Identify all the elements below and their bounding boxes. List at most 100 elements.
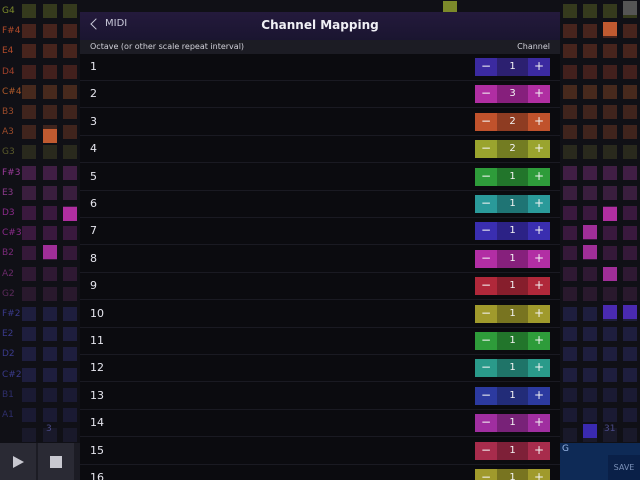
grid-cell[interactable] — [583, 165, 597, 180]
grid-cell[interactable] — [22, 84, 36, 99]
grid-cell[interactable] — [63, 327, 77, 342]
decrement-button[interactable]: − — [475, 85, 497, 104]
grid-cell-active[interactable] — [583, 245, 597, 259]
decrement-button[interactable]: − — [475, 249, 497, 268]
grid-cell[interactable] — [63, 145, 77, 160]
decrement-button[interactable]: − — [475, 58, 497, 76]
grid-cell[interactable] — [623, 185, 637, 200]
grid-cell[interactable] — [43, 206, 57, 220]
grid-cell[interactable] — [63, 64, 77, 79]
grid-cell[interactable] — [63, 307, 77, 321]
grid-cell[interactable] — [623, 367, 637, 382]
increment-button[interactable]: + — [528, 332, 550, 350]
grid-cell[interactable] — [603, 185, 617, 200]
grid-cell[interactable] — [563, 4, 577, 18]
grid-cell[interactable] — [22, 185, 36, 200]
play-button[interactable] — [0, 443, 36, 480]
grid-cell-active[interactable] — [63, 207, 77, 221]
grid-cell[interactable] — [623, 387, 637, 402]
grid-cell-active[interactable] — [603, 305, 617, 319]
grid-cell[interactable] — [623, 266, 637, 281]
increment-button[interactable]: + — [528, 304, 550, 323]
grid-cell[interactable] — [22, 347, 36, 362]
grid-cell[interactable] — [63, 428, 77, 443]
grid-cell[interactable] — [623, 84, 637, 99]
grid-cell[interactable] — [22, 246, 36, 261]
grid-cell[interactable] — [63, 185, 77, 200]
grid-cell[interactable] — [63, 246, 77, 261]
increment-button[interactable]: + — [528, 58, 550, 76]
grid-cell[interactable] — [603, 125, 617, 140]
decrement-button[interactable]: − — [475, 112, 497, 131]
grid-cell[interactable] — [623, 24, 637, 39]
grid-cell[interactable] — [22, 408, 36, 422]
grid-cell-active[interactable] — [623, 305, 637, 319]
grid-cell[interactable] — [563, 387, 577, 402]
grid-cell[interactable] — [22, 428, 36, 443]
grid-cell[interactable] — [623, 206, 637, 220]
grid-cell[interactable] — [603, 246, 617, 261]
grid-cell[interactable] — [22, 266, 36, 281]
increment-button[interactable]: + — [528, 386, 550, 405]
increment-button[interactable]: + — [528, 441, 550, 460]
increment-button[interactable]: + — [528, 85, 550, 104]
grid-cell[interactable] — [63, 286, 77, 301]
grid-cell[interactable] — [563, 44, 577, 59]
grid-cell[interactable] — [63, 44, 77, 59]
decrement-button[interactable]: − — [475, 386, 497, 405]
increment-button[interactable]: + — [528, 140, 550, 159]
grid-cell[interactable] — [563, 64, 577, 79]
grid-cell[interactable] — [43, 266, 57, 281]
grid-cell-active[interactable] — [583, 424, 597, 438]
grid-cell[interactable] — [623, 44, 637, 59]
grid-cell[interactable] — [22, 286, 36, 301]
grid-cell[interactable] — [563, 307, 577, 321]
increment-button[interactable]: + — [528, 112, 550, 131]
grid-cell[interactable] — [603, 145, 617, 160]
grid-cell[interactable] — [22, 64, 36, 79]
grid-cell[interactable] — [603, 44, 617, 59]
grid-cell[interactable] — [603, 387, 617, 402]
grid-cell[interactable] — [583, 347, 597, 362]
grid-cell[interactable] — [603, 64, 617, 79]
decrement-button[interactable]: − — [475, 332, 497, 350]
grid-cell[interactable] — [563, 408, 577, 422]
grid-cell-active[interactable] — [623, 1, 637, 15]
grid-cell[interactable] — [603, 286, 617, 301]
grid-cell[interactable] — [63, 165, 77, 180]
grid-cell[interactable] — [63, 226, 77, 241]
grid-cell[interactable] — [43, 24, 57, 39]
grid-cell[interactable] — [603, 347, 617, 362]
grid-cell[interactable] — [623, 165, 637, 180]
grid-cell[interactable] — [43, 185, 57, 200]
grid-cell[interactable] — [63, 125, 77, 140]
increment-button[interactable]: + — [528, 277, 550, 296]
grid-cell[interactable] — [22, 165, 36, 180]
grid-cell[interactable] — [583, 24, 597, 39]
grid-cell[interactable] — [583, 185, 597, 200]
grid-cell[interactable] — [583, 206, 597, 220]
grid-cell[interactable] — [583, 327, 597, 342]
grid-cell[interactable] — [563, 24, 577, 39]
grid-cell[interactable] — [63, 266, 77, 281]
grid-cell[interactable] — [63, 367, 77, 382]
grid-cell[interactable] — [63, 24, 77, 39]
grid-cell[interactable] — [583, 307, 597, 321]
increment-button[interactable]: + — [528, 195, 550, 213]
decrement-button[interactable]: − — [475, 140, 497, 159]
grid-cell[interactable] — [43, 64, 57, 79]
grid-cell-active[interactable] — [43, 129, 57, 143]
grid-cell[interactable] — [563, 428, 577, 443]
grid-cell[interactable] — [563, 327, 577, 342]
grid-cell[interactable] — [43, 367, 57, 382]
grid-cell[interactable] — [43, 327, 57, 342]
decrement-button[interactable]: − — [475, 222, 497, 241]
grid-cell-active[interactable] — [603, 207, 617, 221]
grid-cell[interactable] — [603, 4, 617, 18]
grid-cell[interactable] — [43, 145, 57, 160]
grid-cell[interactable] — [583, 84, 597, 99]
grid-cell[interactable] — [603, 226, 617, 241]
grid-cell[interactable] — [583, 387, 597, 402]
grid-cell[interactable] — [43, 4, 57, 18]
grid-cell[interactable] — [63, 408, 77, 422]
